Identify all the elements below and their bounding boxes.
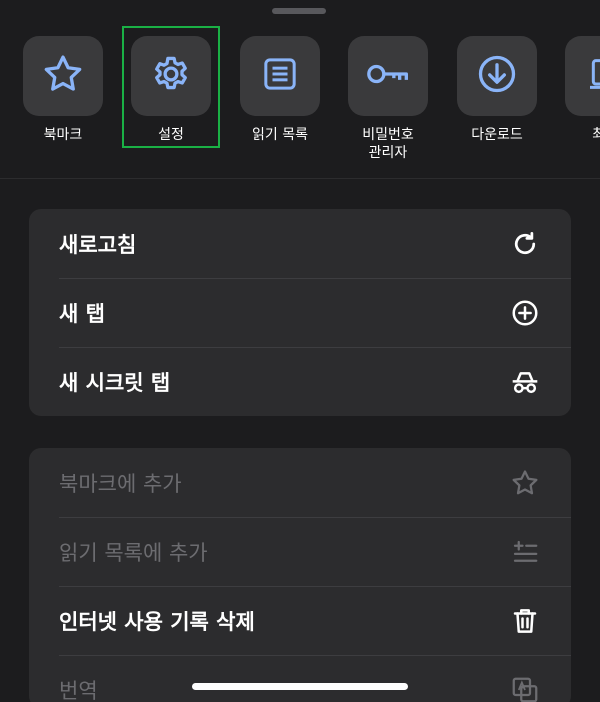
key-icon — [364, 54, 412, 98]
incognito-icon — [509, 366, 541, 398]
translate-icon — [509, 674, 541, 702]
star-outline-icon — [509, 467, 541, 499]
tray-item-reading-list[interactable]: 읽기 목록 — [232, 28, 328, 144]
menu-item-translate[interactable]: 번역 — [29, 655, 571, 702]
tray-tile-reading-list — [240, 36, 320, 116]
menu-item-new-tab[interactable]: 새 탭 — [29, 278, 571, 347]
menu-item-new-incognito-tab[interactable]: 새 시크릿 탭 — [29, 347, 571, 416]
sheet-grabber[interactable] — [272, 8, 326, 14]
tray-item-downloads[interactable]: 다운로드 — [449, 28, 545, 144]
menu-item-label: 인터넷 사용 기록 삭제 — [59, 609, 255, 634]
menu-item-label: 새 시크릿 탭 — [59, 370, 171, 395]
tray-label-bookmarks: 북마크 — [43, 127, 83, 143]
overflow-menu-sheet: 북마크 설정 읽기 목록 비밀번호 관리자 다운로드 최 새로고침 새 탭 새 … — [0, 0, 600, 702]
tray-item-bookmarks[interactable]: 북마크 — [15, 28, 111, 144]
menu-item-label: 읽기 목록에 추가 — [59, 540, 208, 565]
menu-item-add-bookmark[interactable]: 북마크에 추가 — [29, 448, 571, 517]
tray-label-settings: 설정 — [158, 127, 184, 143]
tray-tile-recent — [565, 36, 600, 116]
tray-tile-downloads — [457, 36, 537, 116]
add-list-icon — [509, 536, 541, 568]
tray-label-recent: 최근 — [592, 127, 600, 143]
download-icon — [475, 52, 519, 100]
tray-label-reading-list: 읽기 목록 — [252, 127, 308, 143]
tray-tile-settings — [131, 36, 211, 116]
tray-tile-bookmarks — [23, 36, 103, 116]
menu-group-navigation: 새로고침 새 탭 새 시크릿 탭 — [29, 209, 571, 416]
menu-item-label: 새로고침 — [59, 232, 137, 257]
tray-item-recent[interactable]: 최근 — [557, 28, 600, 144]
home-indicator — [192, 683, 408, 690]
history-icon — [585, 54, 600, 98]
reload-icon — [509, 228, 541, 260]
menu-item-label: 북마크에 추가 — [59, 471, 182, 496]
destinations-tray: 북마크 설정 읽기 목록 비밀번호 관리자 다운로드 최 — [0, 26, 600, 178]
menu-group-page-actions: 북마크에 추가 읽기 목록에 추가 인터넷 사용 기록 삭제 번역 — [29, 448, 571, 702]
list-icon — [260, 54, 300, 98]
tray-label-password-manager: 비밀번호 관리자 — [362, 127, 414, 161]
tray-label-downloads: 다운로드 — [471, 127, 523, 143]
trash-icon — [509, 605, 541, 637]
gear-icon — [149, 52, 193, 100]
tray-divider — [0, 178, 600, 179]
tray-item-settings[interactable]: 설정 — [122, 26, 220, 148]
menu-item-label: 새 탭 — [59, 301, 105, 326]
menu-item-clear-browsing-data[interactable]: 인터넷 사용 기록 삭제 — [29, 586, 571, 655]
menu-item-add-reading-list[interactable]: 읽기 목록에 추가 — [29, 517, 571, 586]
tray-item-password-manager[interactable]: 비밀번호 관리자 — [340, 28, 436, 162]
tray-tile-password-manager — [348, 36, 428, 116]
plus-circle-icon — [509, 297, 541, 329]
star-icon — [41, 52, 85, 100]
menu-item-reload[interactable]: 새로고침 — [29, 209, 571, 278]
